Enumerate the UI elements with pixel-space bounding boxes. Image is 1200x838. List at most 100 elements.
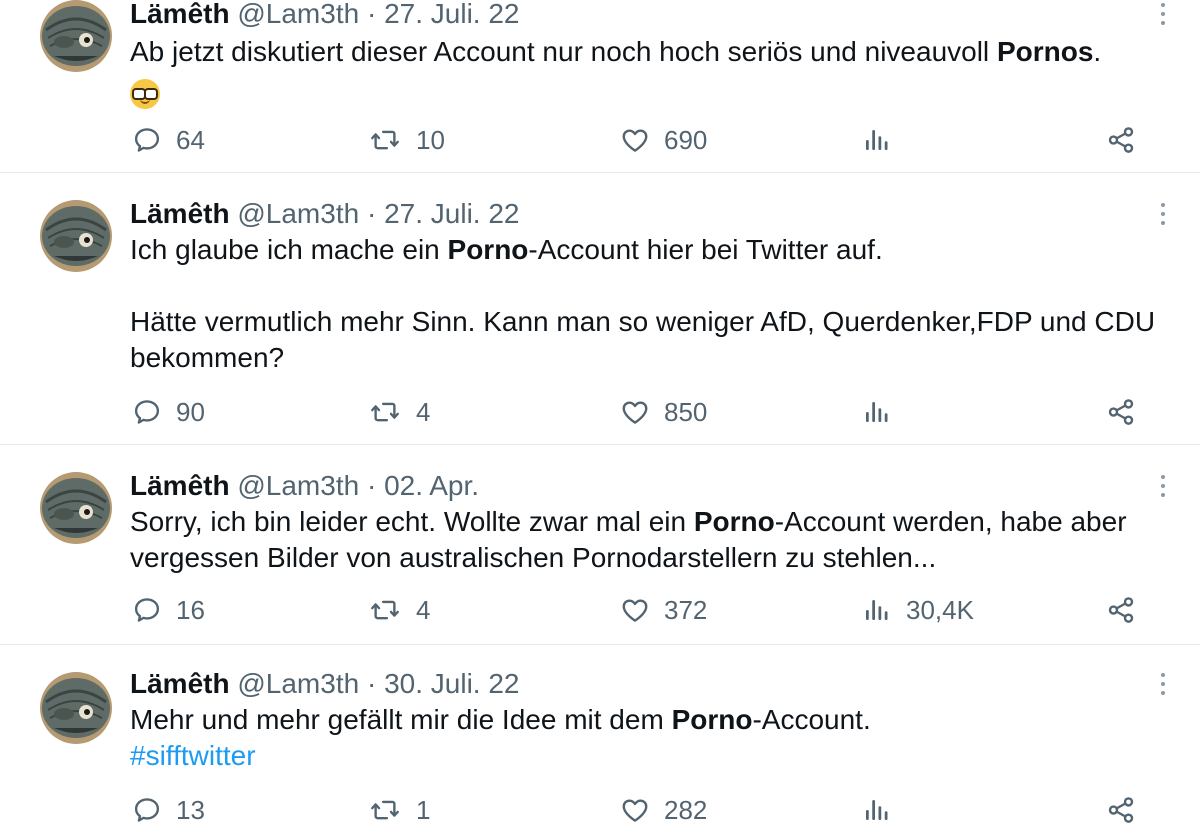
share-icon: [1106, 795, 1136, 825]
like-button[interactable]: 372: [620, 590, 707, 630]
views-icon: [862, 795, 892, 825]
tweet-date[interactable]: 27. Juli. 22: [384, 198, 519, 229]
text-segment: .: [1093, 36, 1102, 67]
share-button[interactable]: [1106, 790, 1136, 830]
like-button[interactable]: 282: [620, 790, 707, 830]
views-icon: [862, 397, 892, 427]
retweet-icon: [368, 595, 402, 625]
author-handle[interactable]: @Lam3th: [237, 668, 359, 699]
views-button[interactable]: [862, 790, 906, 830]
share-icon: [1106, 595, 1136, 625]
tweet-date[interactable]: 30. Juli. 22: [384, 668, 519, 699]
reply-count: 90: [176, 396, 205, 427]
retweet-button[interactable]: 4: [368, 590, 430, 630]
retweet-button[interactable]: 10: [368, 120, 445, 160]
reply-button[interactable]: 90: [132, 392, 205, 432]
retweet-button[interactable]: 1: [368, 790, 430, 830]
reply-button[interactable]: 13: [132, 790, 205, 830]
like-button[interactable]: 850: [620, 392, 707, 432]
text-bold: Porno: [693, 506, 775, 537]
text-segment: Ich glaube ich mache ein: [130, 234, 448, 265]
avatar[interactable]: [40, 200, 112, 272]
separator: ·: [366, 0, 377, 29]
text-segment: Ab jetzt diskutiert dieser Account nur n…: [130, 36, 997, 67]
retweet-icon: [368, 397, 402, 427]
author-handle[interactable]: @Lam3th: [237, 0, 359, 29]
separator: ·: [366, 198, 377, 229]
author-name[interactable]: Lämêth: [130, 668, 230, 699]
views-button[interactable]: [862, 120, 906, 160]
retweet-count: 1: [416, 794, 431, 825]
tweet-header: Lämêth @Lam3th · 27. Juli. 22: [130, 0, 520, 34]
retweet-button[interactable]: 4: [368, 392, 430, 432]
share-icon: [1106, 397, 1136, 427]
text-segment: -Account.: [752, 704, 871, 735]
text-bold: Porno: [671, 704, 753, 735]
share-icon: [1106, 125, 1136, 155]
text-segment: Sorry, ich bin leider echt. Wollte zwar …: [130, 506, 694, 537]
like-count: 690: [664, 124, 708, 155]
more-icon[interactable]: [1152, 664, 1174, 704]
like-count: 850: [664, 396, 708, 427]
retweet-icon: [368, 795, 402, 825]
tweet-header: Lämêth @Lam3th · 02. Apr.: [130, 466, 479, 506]
heart-icon: [620, 125, 650, 155]
reply-icon: [132, 397, 162, 427]
tweet-text: Ich glaube ich mache ein Porno-Account h…: [130, 232, 1170, 376]
tweet[interactable]: Lämêth @Lam3th · 27. Juli. 22 Ich glaube…: [0, 172, 1200, 445]
text-segment: Mehr und mehr gefällt mir die Idee mit d…: [130, 704, 672, 735]
reply-count: 64: [176, 124, 205, 155]
text-paragraph: Hätte vermutlich mehr Sinn. Kann man so …: [130, 306, 1156, 373]
tweet-text: Sorry, ich bin leider echt. Wollte zwar …: [130, 504, 1170, 576]
share-button[interactable]: [1106, 120, 1136, 160]
text-segment: -Account hier bei Twitter auf.: [528, 234, 883, 265]
tweet[interactable]: Lämêth @Lam3th · 02. Apr. Sorry, ich bin…: [0, 444, 1200, 645]
views-button[interactable]: [862, 392, 906, 432]
reply-icon: [132, 795, 162, 825]
tweet[interactable]: Lämêth @Lam3th · 30. Juli. 22 Mehr und m…: [0, 644, 1200, 838]
reply-button[interactable]: 16: [132, 590, 205, 630]
views-icon: [862, 595, 892, 625]
like-button[interactable]: 690: [620, 120, 707, 160]
tweet-text: Mehr und mehr gefällt mir die Idee mit d…: [130, 702, 1170, 774]
avatar[interactable]: [40, 672, 112, 744]
retweet-count: 4: [416, 396, 431, 427]
reply-button[interactable]: 64: [132, 120, 205, 160]
nerd-face-emoji: [130, 78, 160, 109]
retweet-icon: [368, 125, 402, 155]
avatar[interactable]: [40, 0, 112, 72]
tweet-date[interactable]: 02. Apr.: [384, 470, 479, 501]
tweet-text: Ab jetzt diskutiert dieser Account nur n…: [130, 34, 1170, 110]
like-count: 282: [664, 794, 708, 825]
tweet-header: Lämêth @Lam3th · 30. Juli. 22: [130, 664, 520, 704]
views-count: 30,4K: [906, 594, 974, 625]
separator: ·: [366, 668, 377, 699]
views-icon: [862, 125, 892, 155]
retweet-count: 4: [416, 594, 431, 625]
author-name[interactable]: Lämêth: [130, 470, 230, 501]
separator: ·: [366, 470, 377, 501]
tweet-date[interactable]: 27. Juli. 22: [384, 0, 519, 29]
author-name[interactable]: Lämêth: [130, 0, 230, 29]
views-button[interactable]: 30,4K: [862, 590, 974, 630]
heart-icon: [620, 397, 650, 427]
share-button[interactable]: [1106, 392, 1136, 432]
author-name[interactable]: Lämêth: [130, 198, 230, 229]
share-button[interactable]: [1106, 590, 1136, 630]
author-handle[interactable]: @Lam3th: [237, 470, 359, 501]
text-bold: Porno: [447, 234, 529, 265]
reply-icon: [132, 595, 162, 625]
heart-icon: [620, 795, 650, 825]
tweet[interactable]: Lämêth @Lam3th · 27. Juli. 22 Ab jetzt d…: [0, 0, 1200, 173]
like-count: 372: [664, 594, 708, 625]
hashtag-link[interactable]: #sifftwitter: [130, 740, 256, 771]
more-icon[interactable]: [1152, 466, 1174, 506]
more-icon[interactable]: [1152, 0, 1174, 34]
more-icon[interactable]: [1152, 194, 1174, 234]
reply-count: 13: [176, 794, 205, 825]
author-handle[interactable]: @Lam3th: [237, 198, 359, 229]
reply-count: 16: [176, 594, 205, 625]
heart-icon: [620, 595, 650, 625]
avatar[interactable]: [40, 472, 112, 544]
tweet-header: Lämêth @Lam3th · 27. Juli. 22: [130, 194, 520, 234]
